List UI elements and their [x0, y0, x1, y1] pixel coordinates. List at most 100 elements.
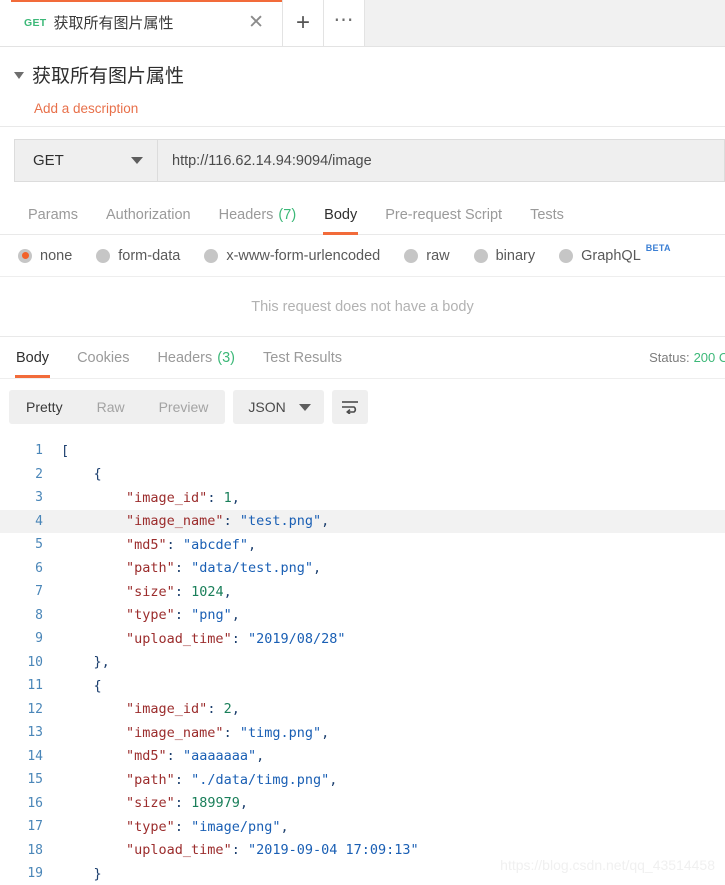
code-token: }, [61, 654, 110, 671]
code-token: "md5" [126, 748, 167, 765]
code-token: : [231, 842, 248, 859]
url-input[interactable]: http://116.62.14.94:9094/image [157, 139, 725, 182]
line-number: 17 [27, 819, 43, 835]
tab-headers-label: Headers [218, 206, 274, 223]
body-type-form-data[interactable]: form-data [96, 248, 180, 264]
body-type-urlencoded[interactable]: x-www-form-urlencoded [204, 248, 380, 264]
method-select[interactable]: GET [14, 139, 157, 182]
tab-body[interactable]: Body [310, 195, 371, 235]
code-line-text: "image_name": "test.png", [52, 513, 725, 529]
response-tab-test-results-label: Test Results [263, 349, 342, 366]
code-line: 3 "image_id": 1, [0, 486, 725, 510]
code-line: 11 { [0, 674, 725, 698]
view-mode-pretty[interactable]: Pretty [9, 390, 80, 424]
code-token: "type" [126, 607, 175, 624]
url-bar: GET http://116.62.14.94:9094/image [0, 126, 725, 195]
code-token: 1024 [191, 583, 224, 600]
body-type-none-label: none [40, 247, 73, 264]
code-token: { [61, 466, 102, 483]
body-type-binary[interactable]: binary [473, 248, 535, 264]
no-body-message: This request does not have a body [0, 277, 725, 337]
status-badge: Status: 200 O [649, 350, 725, 365]
tab-params-label: Params [28, 206, 78, 223]
code-line: 16 "size": 189979, [0, 792, 725, 816]
code-token: "type" [126, 818, 175, 835]
code-token: 189979 [191, 795, 240, 812]
add-description-link[interactable]: Add a description [34, 101, 725, 116]
code-token: "image_name" [126, 724, 224, 741]
code-token: 2 [223, 701, 232, 718]
code-line: 9 "upload_time": "2019/08/28" [0, 627, 725, 651]
code-token: , [313, 560, 322, 577]
view-mode-raw[interactable]: Raw [80, 390, 142, 424]
tab-headers-count: (7) [278, 206, 297, 223]
code-token: "./data/timg.png" [191, 771, 330, 788]
word-wrap-icon[interactable] [331, 390, 368, 424]
tab-tests[interactable]: Tests [516, 195, 578, 235]
close-icon[interactable]: ✕ [244, 13, 268, 32]
line-number: 11 [27, 678, 43, 694]
response-tab-headers-label: Headers [157, 349, 213, 366]
code-line-text: "type": "png", [52, 607, 725, 623]
response-tab-cookies[interactable]: Cookies [63, 338, 143, 378]
body-type-raw[interactable]: raw [404, 248, 450, 264]
code-line-text: "type": "image/png", [52, 819, 725, 835]
code-line-text: "path": "./data/timg.png", [52, 772, 725, 788]
code-token: } [61, 865, 102, 882]
code-token: : [223, 724, 240, 741]
tab-method-label: GET [24, 16, 47, 29]
code-token: , [280, 818, 289, 835]
code-token: , [321, 724, 330, 741]
code-token: "image_id" [126, 489, 208, 506]
chevron-down-icon[interactable] [14, 72, 24, 79]
line-number: 9 [35, 631, 43, 647]
response-tab-test-results[interactable]: Test Results [249, 338, 356, 378]
code-line: 1[ [0, 439, 725, 463]
code-token: , [239, 795, 248, 812]
response-tab-cookies-label: Cookies [77, 349, 130, 366]
plus-icon[interactable]: + [283, 0, 324, 46]
code-token: : [174, 795, 192, 812]
view-mode-preview[interactable]: Preview [142, 390, 226, 424]
tab-authorization[interactable]: Authorization [92, 195, 205, 235]
tab-body-label: Body [324, 206, 358, 223]
code-token: : [231, 630, 248, 647]
code-line: 17 "type": "image/png", [0, 815, 725, 839]
response-body-code[interactable]: 1[2 {3 "image_id": 1, 4 "image_name": "te… [0, 435, 725, 885]
code-line-text: "size": 189979, [52, 795, 725, 811]
response-tabs: Body Cookies Headers (3) Test Results St… [0, 337, 725, 379]
code-token: 1 [223, 489, 232, 506]
tab-pre-request-script-label: Pre-request Script [385, 206, 503, 223]
response-tab-headers[interactable]: Headers (3) [143, 338, 249, 378]
line-number: 16 [27, 795, 43, 811]
code-token: "size" [126, 795, 175, 812]
code-token: "path" [126, 560, 175, 577]
code-token: { [61, 677, 102, 694]
code-line: 5 "md5": "abcdef", [0, 533, 725, 557]
response-tab-body[interactable]: Body [2, 338, 63, 378]
code-token: "upload_time" [126, 630, 232, 647]
code-token: "png" [191, 607, 232, 624]
code-token: "aaaaaaa" [182, 748, 257, 765]
tab-params[interactable]: Params [14, 195, 92, 235]
code-token: : [166, 748, 183, 765]
code-line-text: "md5": "abcdef", [52, 537, 725, 553]
tab-headers[interactable]: Headers (7) [205, 195, 311, 235]
ellipsis-icon[interactable]: ⋯ [324, 0, 365, 46]
body-type-graphql[interactable]: GraphQL BETA [559, 243, 670, 264]
code-token: "data/test.png" [191, 560, 313, 577]
beta-badge: BETA [645, 242, 671, 253]
code-token: "image_name" [126, 513, 224, 530]
tab-pre-request-script[interactable]: Pre-request Script [371, 195, 516, 235]
request-title-row: 获取所有图片属性 [14, 61, 725, 88]
response-toolbar: Pretty Raw Preview JSON [0, 379, 725, 435]
format-select[interactable]: JSON [233, 390, 324, 424]
request-tab-active[interactable]: GET 获取所有图片属性 ✕ [0, 0, 283, 46]
method-select-value: GET [33, 152, 64, 169]
tab-authorization-label: Authorization [105, 206, 191, 223]
body-type-none[interactable]: none [18, 248, 72, 264]
chevron-down-icon [131, 157, 143, 164]
code-token: "upload_time" [126, 842, 232, 859]
